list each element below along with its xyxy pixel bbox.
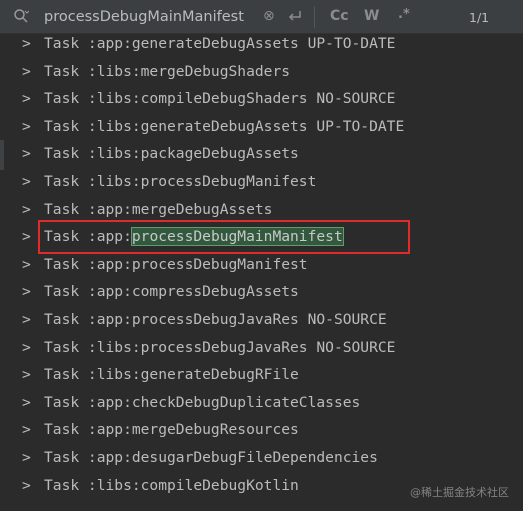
prompt-glyph: > [22,393,31,411]
log-line-text: Task :libs:generateDebugRFile [44,366,299,384]
log-line-text: Task :libs:mergeDebugShaders [44,62,291,80]
prompt-glyph: > [22,255,31,273]
log-line: > Task :libs:generateDebugAssets UP-TO-DA… [0,113,523,141]
search-input[interactable] [44,7,259,27]
log-line-text: Task :app:compressDebugAssets [44,283,299,301]
log-line: > Task :app:desugarDebugFileDependencies [0,444,523,472]
prompt-glyph: > [22,172,31,190]
regex-button[interactable]: .* [398,7,410,22]
log-line: > Task :app:processDebugManifest [0,251,523,279]
log-line-text: Task :app:mergeDebugAssets [44,200,273,218]
build-output-log: > Task :app:generateDebugAssets UP-TO-DAT… [0,30,523,499]
new-line-icon[interactable] [287,9,303,23]
prompt-glyph: > [22,35,31,52]
find-bar: ⊗ Cc W .* 1/1 [0,0,523,34]
prompt-glyph: > [22,200,31,218]
log-line-text: Task :libs:compileDebugKotlin [44,476,299,494]
log-line-text: Task :app:processDebugManifest [44,255,308,273]
log-line-text: Task :app:generateDebugAssets UP-TO-DATE [44,35,396,52]
prompt-glyph: > [22,421,31,439]
log-line-text: Task :libs:generateDebugAssets UP-TO-DAT… [44,117,405,135]
prompt-glyph: > [22,145,31,163]
log-line: > Task :libs:generateDebugRFile [0,361,523,389]
match-counter: 1/1 [469,10,490,25]
log-line-text: Task :app:processDebugJavaRes NO-SOURCE [44,310,387,328]
log-line: > Task :app:generateDebugAssets UP-TO-DAT… [0,30,523,58]
log-line: > Task :app:processDebugJavaRes NO-SOURCE [0,306,523,334]
log-line-text: Task :libs:processDebugManifest [44,172,317,190]
log-line: > Task :libs:processDebugJavaRes NO-SOURC… [0,334,523,362]
search-icon[interactable] [13,8,29,24]
watermark: @稀土掘金技术社区 [410,486,509,499]
search-match-highlight: processDebugMainManifest [130,227,344,247]
prompt-glyph: > [22,117,31,135]
prompt-glyph: > [22,338,31,356]
whole-word-button[interactable]: W [364,8,379,24]
log-line: > Task :libs:mergeDebugShaders [0,58,523,86]
log-line: > Task :app:checkDebugDuplicateClasses [0,389,523,417]
log-line-text: Task :libs:packageDebugAssets [44,145,299,163]
log-line: > Task :app:mergeDebugResources [0,416,523,444]
log-line-text: Task :libs:processDebugJavaRes NO-SOURCE [44,338,396,356]
log-line-text: Task :app: [44,228,132,246]
log-line-text: Task :app:desugarDebugFileDependencies [44,448,378,466]
prompt-glyph: > [22,448,31,466]
toolbar-separator [314,6,315,28]
log-line: > Task :libs:compileDebugShaders NO-SOURC… [0,85,523,113]
gutter-marker [0,140,4,170]
clear-search-icon[interactable]: ⊗ [263,8,275,24]
log-line-text: Task :libs:compileDebugShaders NO-SOURCE [44,90,396,108]
prompt-glyph: > [22,476,31,494]
log-line: > Task :app:mergeDebugAssets [0,196,523,224]
log-line-text: Task :app:checkDebugDuplicateClasses [44,393,361,411]
log-line: > Task :libs:processDebugManifest [0,168,523,196]
prompt-glyph: > [22,366,31,384]
log-line: > Task :libs:packageDebugAssets [0,140,523,168]
prompt-glyph: > [22,228,31,246]
prompt-glyph: > [22,90,31,108]
log-line: > Task :app:compressDebugAssets [0,278,523,306]
match-case-button[interactable]: Cc [330,8,349,24]
prompt-glyph: > [22,62,31,80]
log-line: > Task :app:processDebugMainManifest [0,223,523,251]
log-line-text: Task :app:mergeDebugResources [44,421,299,439]
prompt-glyph: > [22,310,31,328]
prompt-glyph: > [22,283,31,301]
